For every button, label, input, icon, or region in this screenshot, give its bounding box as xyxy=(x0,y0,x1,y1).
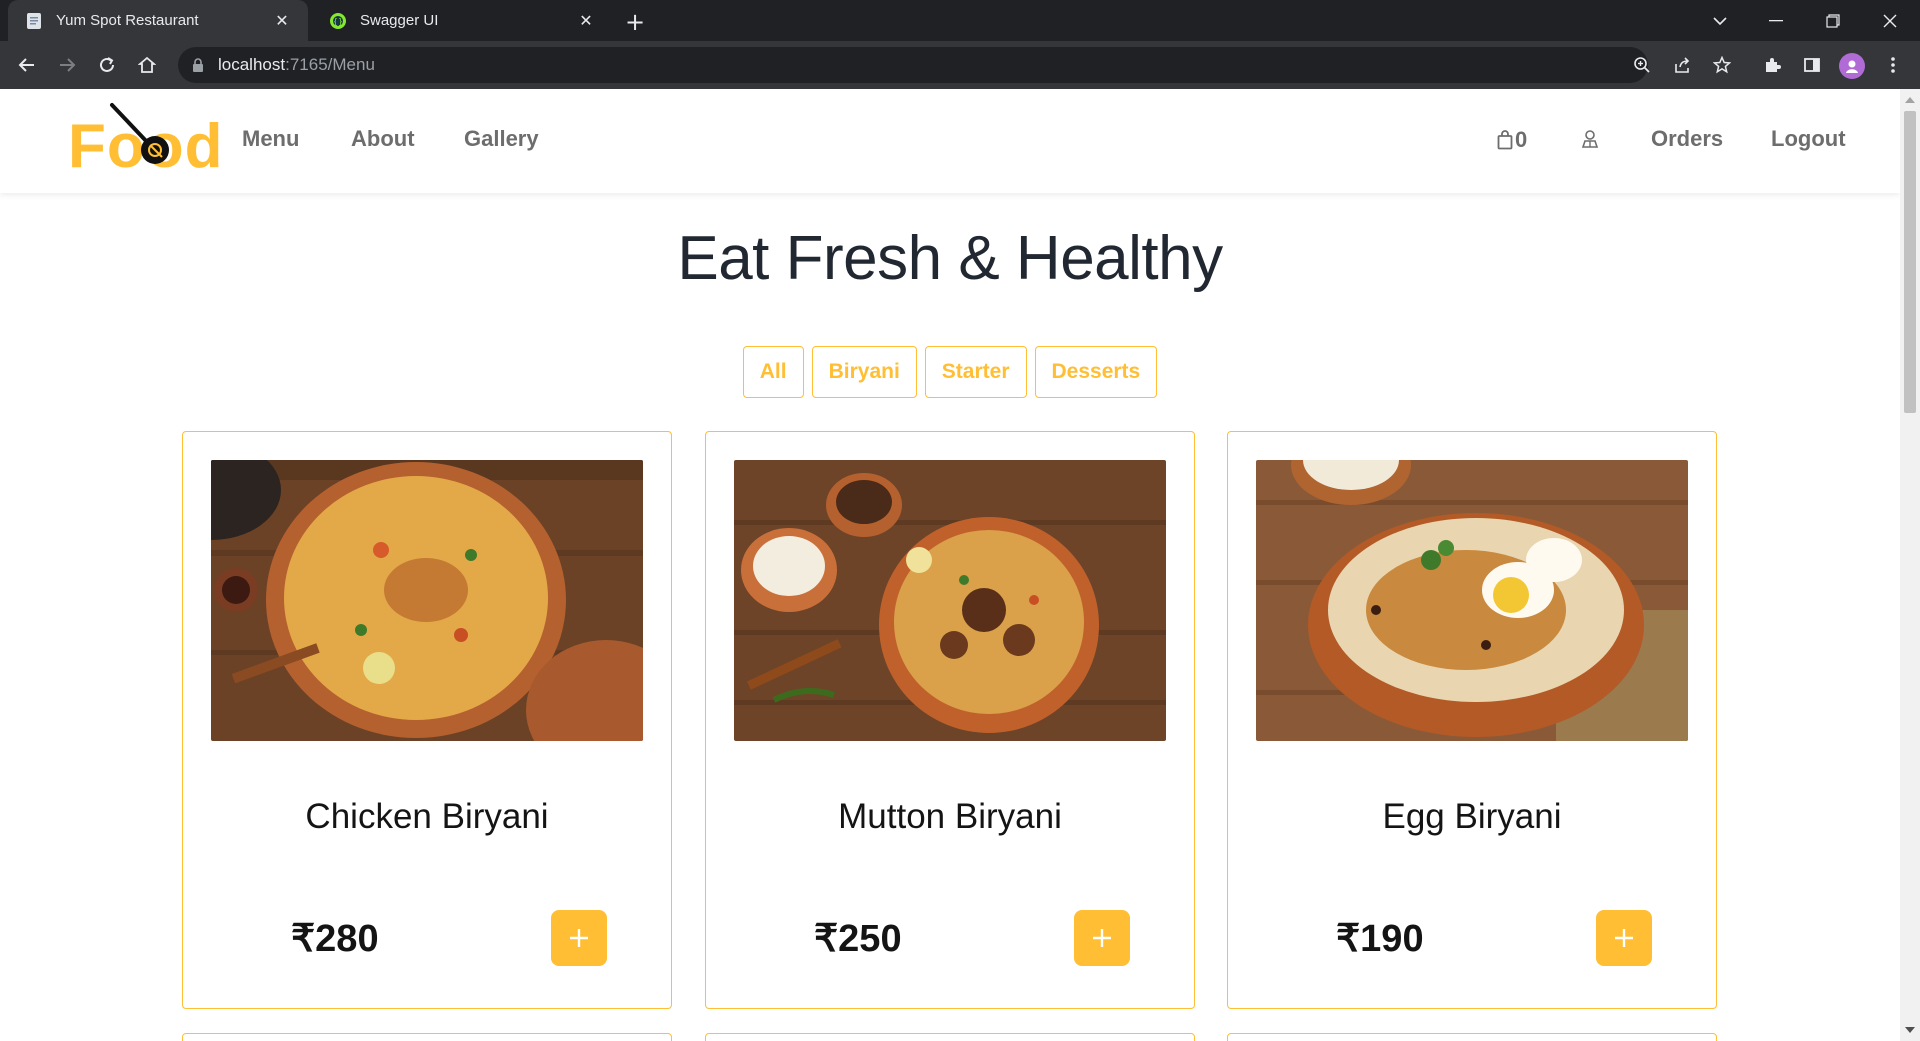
category-filters: All Biryani Starter Desserts xyxy=(0,346,1900,398)
browser-toolbar: localhost:7165/Menu xyxy=(0,41,1920,89)
zoom-icon[interactable] xyxy=(1627,50,1657,80)
forward-icon[interactable] xyxy=(52,50,82,80)
bookmark-star-icon[interactable] xyxy=(1707,50,1737,80)
site-logo[interactable]: Food xyxy=(68,101,223,181)
site-header: Food Menu About Gallery 0 Orders Logout xyxy=(0,89,1900,193)
extensions-puzzle-icon[interactable] xyxy=(1757,50,1787,80)
lock-icon[interactable] xyxy=(192,58,204,72)
cart-link[interactable]: 0 xyxy=(1497,127,1527,153)
browser-tab-bar: Yum Spot Restaurant ✕ {} Swagger UI ✕ + xyxy=(0,0,1920,41)
profile-avatar-icon[interactable] xyxy=(1839,53,1865,79)
product-card-partial xyxy=(705,1033,1195,1041)
user-profile-icon[interactable] xyxy=(1580,129,1600,149)
back-icon[interactable] xyxy=(12,50,42,80)
product-price: ₹250 xyxy=(814,918,902,960)
egg-biryani-image xyxy=(1256,460,1688,741)
page-scrollbar[interactable] xyxy=(1900,89,1920,1041)
address-bar[interactable]: localhost:7165/Menu xyxy=(178,47,1648,83)
page-viewport: Food Menu About Gallery 0 Orders Logout … xyxy=(0,89,1900,1041)
plus-icon xyxy=(1093,929,1111,947)
url-text: localhost:7165/Menu xyxy=(218,55,375,74)
browser-tab-swagger[interactable]: {} Swagger UI ✕ xyxy=(312,0,612,41)
product-name: Mutton Biryani xyxy=(838,797,1062,836)
close-tab-icon[interactable]: ✕ xyxy=(272,11,292,31)
browser-menu-icon[interactable] xyxy=(1878,50,1908,80)
close-tab-icon[interactable]: ✕ xyxy=(576,11,596,31)
scrollbar-thumb[interactable] xyxy=(1904,111,1916,413)
add-to-cart-button[interactable] xyxy=(1596,910,1652,966)
product-name: Egg Biryani xyxy=(1382,797,1562,836)
home-icon[interactable] xyxy=(132,50,162,80)
mutton-biryani-image xyxy=(734,460,1166,741)
shopping-bag-icon xyxy=(1497,130,1513,150)
add-to-cart-button[interactable] xyxy=(551,910,607,966)
nav-about[interactable]: About xyxy=(351,126,415,152)
filter-biryani[interactable]: Biryani xyxy=(811,346,917,398)
product-name: Chicken Biryani xyxy=(305,797,549,836)
minimize-icon[interactable] xyxy=(1748,0,1804,41)
filter-desserts[interactable]: Desserts xyxy=(1034,346,1158,398)
swagger-icon: {} xyxy=(328,11,348,31)
chicken-biryani-image xyxy=(211,460,643,741)
document-icon xyxy=(24,11,44,31)
nav-gallery[interactable]: Gallery xyxy=(464,126,539,152)
tab-title: Yum Spot Restaurant xyxy=(56,12,199,29)
scroll-up-arrow-icon[interactable] xyxy=(1905,97,1915,103)
product-card-egg-biryani: Egg Biryani ₹190 xyxy=(1227,431,1717,1009)
product-price: ₹190 xyxy=(1336,918,1424,960)
filter-all[interactable]: All xyxy=(742,346,804,398)
new-tab-icon[interactable]: + xyxy=(621,8,649,36)
share-icon[interactable] xyxy=(1667,50,1697,80)
side-panel-icon[interactable] xyxy=(1797,50,1827,80)
scroll-down-arrow-icon[interactable] xyxy=(1905,1027,1915,1033)
product-card-chicken-biryani: Chicken Biryani ₹280 xyxy=(182,431,672,1009)
svg-text:{}: {} xyxy=(333,17,343,26)
plus-icon xyxy=(1615,929,1633,947)
product-card-partial xyxy=(182,1033,672,1041)
filter-starter[interactable]: Starter xyxy=(924,346,1027,398)
browser-tab-yum-spot[interactable]: Yum Spot Restaurant ✕ xyxy=(8,0,308,41)
nav-orders[interactable]: Orders xyxy=(1651,126,1723,152)
product-card-partial xyxy=(1227,1033,1717,1041)
nav-logout[interactable]: Logout xyxy=(1771,126,1846,152)
reload-icon[interactable] xyxy=(92,50,122,80)
close-window-icon[interactable] xyxy=(1862,0,1918,41)
tab-title: Swagger UI xyxy=(360,12,439,29)
tab-search-chevron-icon[interactable] xyxy=(1692,0,1748,41)
cart-count: 0 xyxy=(1515,127,1528,152)
restore-icon[interactable] xyxy=(1805,0,1861,41)
spatula-icon xyxy=(110,103,169,164)
nav-menu[interactable]: Menu xyxy=(242,126,299,152)
product-price: ₹280 xyxy=(291,918,379,960)
add-to-cart-button[interactable] xyxy=(1074,910,1130,966)
page-heading: Eat Fresh & Healthy xyxy=(677,224,1223,293)
product-card-mutton-biryani: Mutton Biryani ₹250 xyxy=(705,431,1195,1009)
plus-icon xyxy=(570,929,588,947)
